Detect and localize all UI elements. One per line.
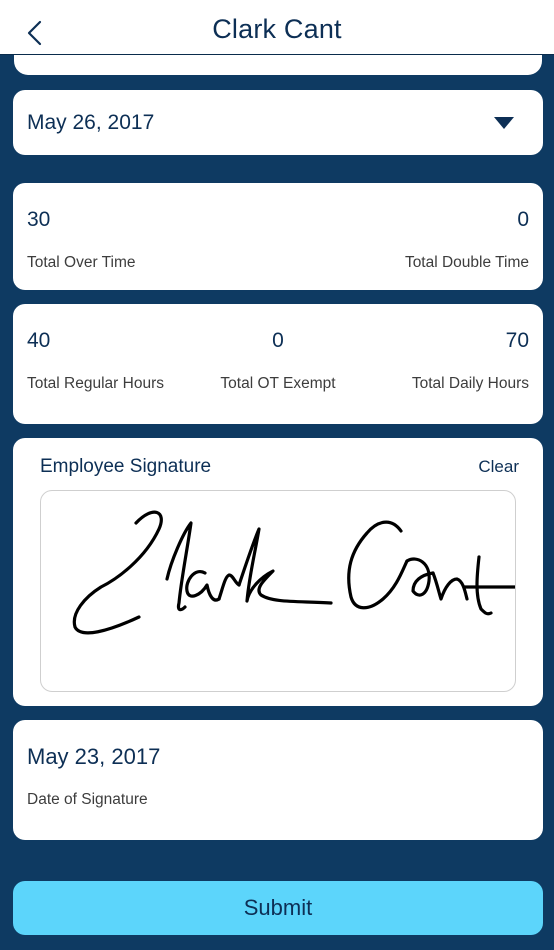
submit-button[interactable]: Submit bbox=[13, 881, 543, 935]
total-over-time-label: Total Over Time bbox=[27, 254, 136, 271]
signature-date-card[interactable]: May 23, 2017 Date of Signature bbox=[13, 720, 543, 840]
total-ot-exempt-value: 0 bbox=[272, 329, 284, 352]
signature-date-value: May 23, 2017 bbox=[27, 744, 161, 769]
signature-pad[interactable] bbox=[40, 490, 516, 692]
nav-bar: Clark Cant bbox=[0, 0, 554, 55]
signature-card: Employee Signature Clear bbox=[13, 438, 543, 706]
date-dropdown[interactable]: May 26, 2017 bbox=[13, 90, 543, 155]
total-double-time-value: 0 bbox=[517, 208, 529, 231]
signature-title: Employee Signature bbox=[40, 456, 212, 477]
total-over-time-value: 30 bbox=[27, 208, 51, 231]
overtime-card: 30 Total Over Time 0 Total Double Time bbox=[13, 183, 543, 290]
total-daily-hours-label: Total Daily Hours bbox=[411, 375, 529, 392]
hours-card: 40 Total Regular Hours 0 Total OT Exempt… bbox=[13, 304, 543, 424]
selected-date: May 26, 2017 bbox=[27, 111, 155, 134]
caret-down-icon bbox=[494, 117, 514, 129]
signature-drawing bbox=[72, 510, 515, 635]
signature-date-label: Date of Signature bbox=[27, 791, 148, 808]
page-title: Clark Cant bbox=[212, 14, 342, 44]
total-daily-hours-value: 70 bbox=[505, 329, 529, 352]
clear-signature-button[interactable]: Clear bbox=[478, 457, 519, 477]
total-double-time-label: Total Double Time bbox=[404, 254, 529, 271]
